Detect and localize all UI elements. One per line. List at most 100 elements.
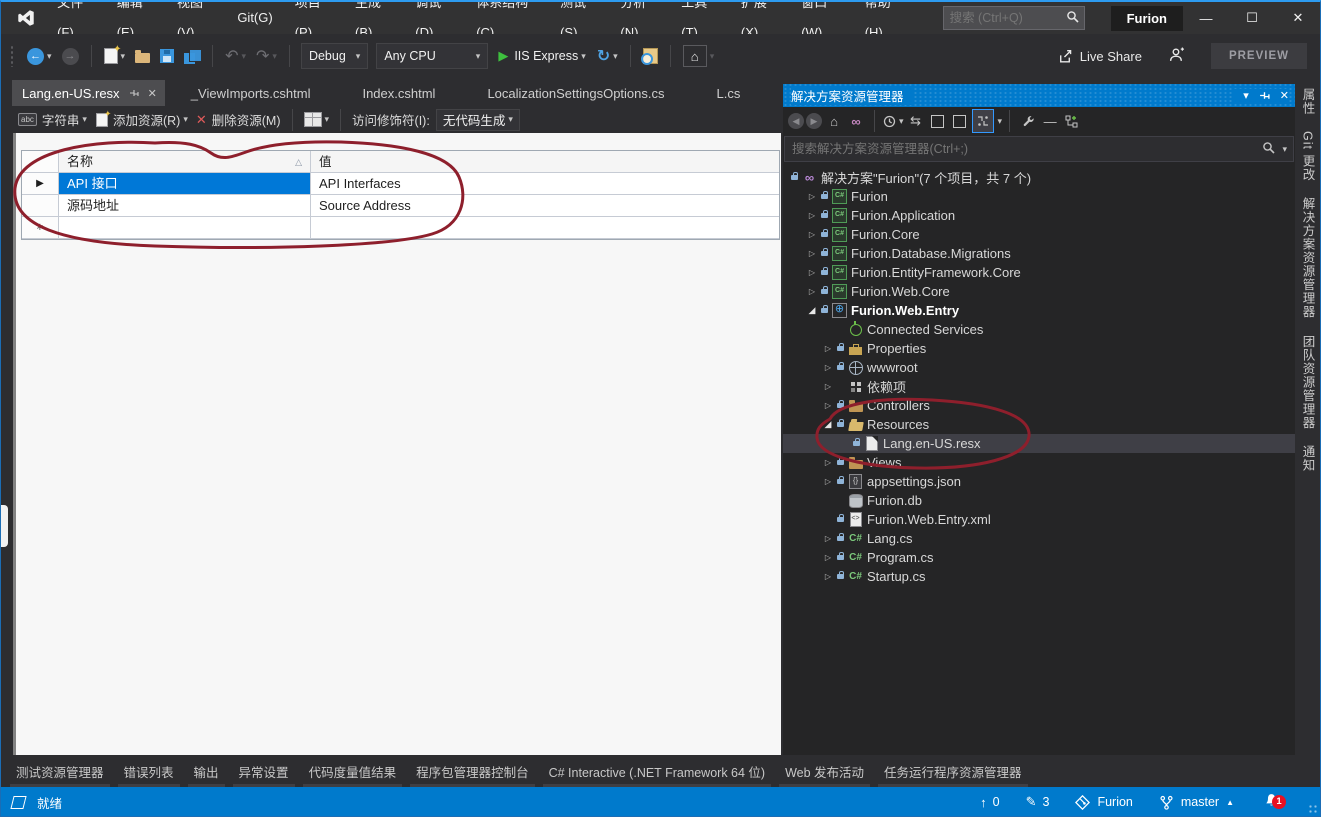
resize-grip[interactable] [1308, 804, 1318, 814]
solution-explorer-titlebar[interactable]: 解决方案资源管理器 ▾ ✕ [783, 84, 1295, 107]
right-tab-2[interactable]: 解决方案资源管理器 [1299, 189, 1318, 327]
doc-tab-1[interactable]: _ViewImports.cshtml [165, 80, 337, 106]
bottom-tab-2[interactable]: 输出 [188, 757, 225, 789]
quick-search-box[interactable] [943, 6, 1085, 30]
dropdown-caret-icon[interactable]: ▾ [998, 116, 1003, 127]
remove-resource-button[interactable]: ✕ 删除资源(M) [196, 110, 281, 129]
undo-button[interactable]: ↶▾ [223, 43, 248, 69]
bottom-tab-0[interactable]: 测试资源管理器 [10, 757, 110, 789]
access-modifier-dropdown[interactable]: 无代码生成 ▾ [436, 109, 520, 131]
right-tab-0[interactable]: 属性 [1299, 80, 1318, 123]
search-icon[interactable] [1066, 10, 1079, 26]
grid-cell-name-empty[interactable] [59, 217, 311, 239]
doc-tab-0[interactable]: Lang.en-US.resx✕ [12, 80, 165, 106]
expander-collapsed-icon[interactable]: ▷ [821, 363, 835, 372]
window-position-dropdown-icon[interactable]: ▾ [1243, 89, 1249, 102]
new-project-button[interactable]: ✦▾ [102, 43, 128, 69]
tree-item-16[interactable]: ▷{}appsettings.json [783, 472, 1295, 491]
tree-item-20[interactable]: ▷C#Program.cs [783, 548, 1295, 567]
tree-item-6[interactable]: ▷C#Furion.Web.Core [783, 282, 1295, 301]
expander-collapsed-icon[interactable]: ▷ [821, 458, 835, 467]
tree-item-9[interactable]: ▷Properties [783, 339, 1295, 358]
bottom-tab-6[interactable]: C# Interactive (.NET Framework 64 位) [543, 757, 772, 789]
solution-search-box[interactable]: ▾ [784, 136, 1294, 162]
toolbar-grip[interactable] [10, 45, 14, 67]
incoming-commits-indicator[interactable]: ↑ 0 [980, 795, 999, 810]
bottom-tab-5[interactable]: 程序包管理器控制台 [410, 757, 535, 789]
tree-item-17[interactable]: Furion.db [783, 491, 1295, 510]
home-button[interactable]: ⌂ [824, 110, 844, 132]
expander-collapsed-icon[interactable]: ▷ [805, 230, 819, 239]
navigate-back-button[interactable]: ←▾ [25, 43, 54, 69]
redo-button[interactable]: ↷▾ [254, 43, 279, 69]
add-resource-button[interactable]: ✦ 添加资源(R) ▾ [95, 110, 188, 129]
preview-button[interactable]: PREVIEW [1211, 43, 1307, 69]
expander-expanded-icon[interactable]: ◢ [805, 305, 819, 316]
notifications-button[interactable]: 1 [1264, 793, 1279, 811]
tree-item-2[interactable]: ▷C#Furion.Application [783, 206, 1295, 225]
switch-views-button[interactable]: ∞ [846, 110, 866, 132]
grid-cell-name[interactable]: API 接口 [59, 173, 311, 195]
tree-item-18[interactable]: <>Furion.Web.Entry.xml [783, 510, 1295, 529]
tree-item-1[interactable]: ▷C#Furion [783, 187, 1295, 206]
save-button[interactable] [158, 43, 176, 69]
minimize-button[interactable]: — [1183, 2, 1229, 34]
bottom-tab-3[interactable]: 异常设置 [233, 757, 295, 789]
bottom-tab-7[interactable]: Web 发布活动 [779, 757, 870, 789]
configuration-dropdown[interactable]: Debug▾ [301, 43, 368, 69]
doc-tab-2[interactable]: Index.cshtml [336, 80, 461, 106]
expander-collapsed-icon[interactable]: ▷ [821, 553, 835, 562]
tree-item-5[interactable]: ▷C#Furion.EntityFramework.Core [783, 263, 1295, 282]
doc-tab-5[interactable]: appsettings.json [766, 80, 781, 106]
grid-cell-name[interactable]: 源码地址 [59, 195, 311, 217]
right-tab-4[interactable]: 通知 [1299, 437, 1318, 480]
sign-in-user-button[interactable] [1168, 47, 1185, 66]
grid-new-row[interactable]: ∗ [22, 217, 779, 239]
branch-indicator[interactable]: master ▲ [1159, 795, 1234, 810]
expander-expanded-icon[interactable]: ◢ [821, 419, 835, 430]
expander-collapsed-icon[interactable]: ▷ [821, 477, 835, 486]
platform-dropdown[interactable]: Any CPU▾ [376, 43, 488, 69]
solution-search-input[interactable] [785, 142, 1262, 156]
collapsed-panel-flap[interactable] [0, 505, 8, 547]
live-share-button[interactable]: Live Share [1057, 49, 1142, 64]
tree-item-7[interactable]: ◢⊕Furion.Web.Entry [783, 301, 1295, 320]
tree-item-13[interactable]: ◢Resources [783, 415, 1295, 434]
tree-item-4[interactable]: ▷C#Furion.Database.Migrations [783, 244, 1295, 263]
tree-item-0[interactable]: ∞解决方案"Furion"(7 个项目，共 7 个) [783, 168, 1295, 187]
expander-collapsed-icon[interactable]: ▷ [821, 382, 835, 391]
close-icon[interactable]: ✕ [148, 87, 157, 100]
grid-cell-value[interactable]: Source Address [311, 195, 779, 217]
new-row-selector[interactable]: ∗ [22, 217, 59, 239]
grid-cell-value[interactable]: API Interfaces [311, 173, 779, 195]
start-debugging-button[interactable]: ▶IIS Express▾ [498, 48, 585, 64]
tree-item-8[interactable]: Connected Services [783, 320, 1295, 339]
quick-search-input[interactable] [944, 11, 1066, 25]
unload-project-button[interactable]: — [1040, 110, 1060, 132]
new-scoped-view-button[interactable] [1062, 110, 1082, 132]
maximize-button[interactable]: ☐ [1229, 2, 1275, 34]
view-layout-dropdown[interactable]: ▾ [304, 112, 330, 127]
bottom-tab-8[interactable]: 任务运行程序资源管理器 [878, 757, 1028, 789]
bottom-tab-1[interactable]: 错误列表 [118, 757, 180, 789]
tree-item-19[interactable]: ▷C#Lang.cs [783, 529, 1295, 548]
find-in-files-button[interactable] [641, 43, 660, 69]
expander-collapsed-icon[interactable]: ▷ [805, 211, 819, 220]
tree-item-3[interactable]: ▷C#Furion.Core [783, 225, 1295, 244]
expander-collapsed-icon[interactable]: ▷ [805, 192, 819, 201]
open-file-button[interactable] [133, 43, 152, 69]
tree-item-11[interactable]: ▷依赖项 [783, 377, 1295, 396]
expander-collapsed-icon[interactable]: ▷ [821, 572, 835, 581]
grid-cell-value-empty[interactable] [311, 217, 779, 239]
navigate-forward-button[interactable]: → [60, 43, 81, 69]
resource-category-dropdown[interactable]: abc 字符串 ▾ [18, 110, 87, 129]
back-button[interactable]: ◀ [788, 113, 804, 129]
tree-item-15[interactable]: ▷Views [783, 453, 1295, 472]
hot-reload-button[interactable]: ↻▾ [595, 43, 620, 69]
expander-collapsed-icon[interactable]: ▷ [805, 287, 819, 296]
sync-namespaces-button[interactable]: ⇆ [906, 110, 926, 132]
forward-button[interactable]: ▶ [806, 113, 822, 129]
grid-header-name[interactable]: 名称△ [59, 151, 311, 173]
row-selector[interactable] [22, 195, 59, 217]
sync-with-active-document-button[interactable] [972, 109, 994, 133]
